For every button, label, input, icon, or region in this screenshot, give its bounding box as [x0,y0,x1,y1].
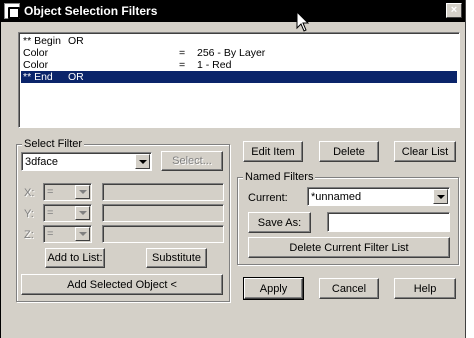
list-cell: ** End [23,71,53,83]
y-operator-select[interactable]: = [43,204,92,222]
list-cell: Color [23,47,49,59]
list-cell: OR [68,71,84,83]
app-icon [4,3,20,19]
list-cell: 1 - Red [197,59,232,71]
x-operator-value: = [47,186,54,198]
y-label: Y: [24,208,34,220]
list-cell: = [179,59,186,71]
filter-type-select[interactable]: 3dface [21,152,152,171]
close-icon: × [450,4,458,16]
select-button[interactable]: Select... [161,151,223,171]
z-label: Z: [24,229,34,241]
list-cell: 256 - By Layer [197,47,266,59]
z-operator-value: = [47,228,54,240]
current-filter-select[interactable]: *unnamed [307,187,450,206]
current-label: Current: [248,192,288,204]
select-filter-label: Select Filter [22,138,85,150]
delete-button[interactable]: Delete [319,141,379,162]
filter-list[interactable]: ** Begin OR Color = 256 - By Layer Color… [18,32,460,128]
save-as-button[interactable]: Save As: [248,212,311,233]
clear-list-button[interactable]: Clear List [394,141,456,162]
list-item[interactable]: Color = 256 - By Layer [21,47,457,59]
list-cell: = [179,47,186,59]
y-operator-value: = [47,207,54,219]
window-title: Object Selection Filters [24,4,158,18]
save-as-input[interactable] [327,212,450,232]
list-cell: ** Begin [23,35,61,47]
mouse-pointer-icon [296,11,310,32]
list-item[interactable]: ** Begin OR [21,35,457,47]
named-filters-label: Named Filters [243,171,316,183]
list-item[interactable]: Color = 1 - Red [21,59,457,71]
y-value-field[interactable] [102,204,224,222]
z-value-field[interactable] [102,225,224,243]
cancel-button[interactable]: Cancel [319,278,379,299]
object-selection-filters-dialog: Object Selection Filters × ** Begin OR C… [0,0,466,338]
list-cell: OR [68,35,84,47]
edit-item-button[interactable]: Edit Item [243,141,303,162]
apply-button[interactable]: Apply [243,277,304,300]
delete-current-filter-list-button[interactable]: Delete Current Filter List [248,237,450,258]
add-to-list-button[interactable]: Add to List: [45,248,105,268]
add-selected-object-button[interactable]: Add Selected Object < [21,274,223,295]
chevron-down-icon[interactable] [433,189,448,204]
current-filter-value: *unnamed [311,190,362,203]
x-operator-select[interactable]: = [43,183,92,201]
chevron-down-icon[interactable] [75,227,90,241]
filter-type-value: 3dface [25,155,59,168]
chevron-down-icon[interactable] [135,154,150,169]
title-bar[interactable]: Object Selection Filters × [1,0,465,22]
substitute-button[interactable]: Substitute [146,248,207,268]
chevron-down-icon[interactable] [75,185,90,199]
x-value-field[interactable] [102,183,224,201]
z-operator-select[interactable]: = [43,225,92,243]
list-cell: Color [23,59,49,71]
list-item-selected[interactable]: ** End OR [21,71,457,83]
x-label: X: [24,187,35,199]
help-button[interactable]: Help [394,278,456,299]
close-button[interactable]: × [446,3,462,18]
chevron-down-icon[interactable] [75,206,90,220]
